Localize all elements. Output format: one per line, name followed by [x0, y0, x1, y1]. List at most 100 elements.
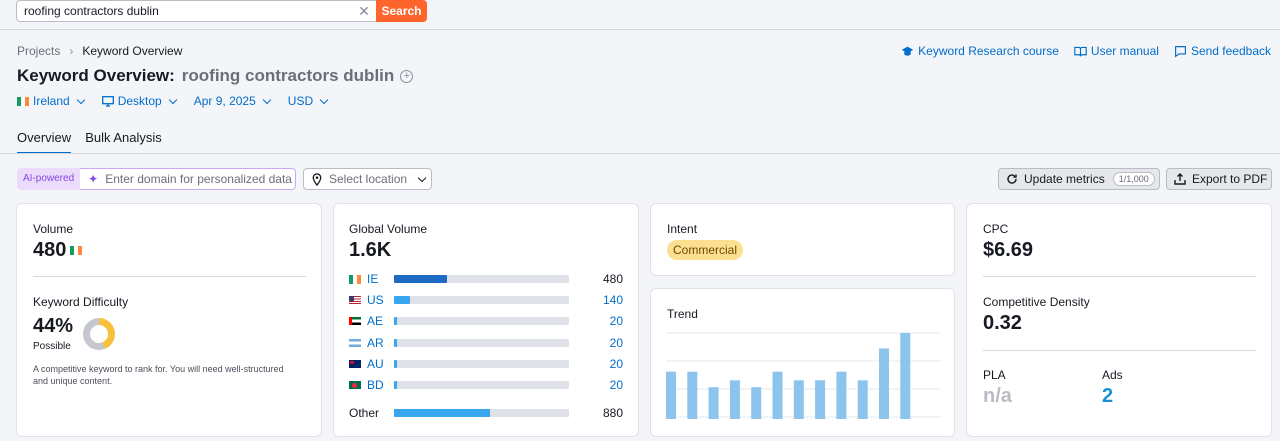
keyword-research-course-link[interactable]: Keyword Research course: [901, 44, 1059, 58]
volume-bar-track: [394, 381, 569, 389]
volume-bar-track: [394, 339, 569, 347]
export-icon: [1174, 173, 1186, 185]
domain-input[interactable]: ✦ Enter domain for personalized data: [80, 168, 297, 190]
density-value: 0.32: [983, 312, 1022, 334]
breadcrumb: Projects › Keyword Overview: [17, 44, 182, 58]
desktop-icon: [101, 95, 114, 107]
pla-label: PLA: [983, 368, 1006, 382]
ai-domain-group: AI-powered ✦ Enter domain for personaliz…: [17, 168, 297, 190]
global-volume-row: Other 880: [349, 406, 623, 420]
trend-bar[interactable]: [793, 380, 804, 419]
search-button[interactable]: Search: [376, 0, 427, 22]
volume-bar-fill: [394, 317, 397, 325]
tab-overview[interactable]: Overview: [17, 130, 72, 154]
pla-value: n/a: [983, 385, 1012, 407]
ae-flag-icon: [349, 317, 361, 325]
currency-filter[interactable]: USD: [288, 94, 329, 108]
filters-bar: Ireland Desktop Apr 9, 2025 USD: [17, 94, 329, 108]
breadcrumb-current: Keyword Overview: [82, 44, 183, 58]
chevron-down-icon: [76, 95, 85, 104]
tabs-divider: [0, 153, 1280, 154]
title-prefix: Keyword Overview:: [17, 66, 175, 85]
chevron-right-icon: ›: [69, 44, 74, 58]
country-code: Other: [349, 406, 380, 420]
page-title: Keyword Overview: roofing contractors du…: [17, 66, 414, 86]
graduation-cap-icon: [901, 46, 914, 56]
trend-bar[interactable]: [751, 387, 762, 419]
tab-bulk-analysis[interactable]: Bulk Analysis: [85, 130, 162, 154]
kd-value: 44%: [33, 315, 74, 337]
intent-card: Intent Commercial: [650, 203, 955, 276]
trend-bar[interactable]: [687, 371, 698, 419]
trend-bar[interactable]: [729, 380, 740, 419]
trend-bar[interactable]: [815, 380, 826, 419]
country-code[interactable]: AR: [367, 336, 395, 350]
trend-bar[interactable]: [879, 348, 889, 419]
trend-bar[interactable]: [708, 387, 719, 419]
country-code[interactable]: AE: [367, 314, 395, 328]
global-volume-label: Global Volume: [349, 222, 428, 236]
volume-bar-track: [394, 317, 569, 325]
cpc-divider: [983, 276, 1256, 277]
volume-value: 480: [602, 272, 623, 286]
refresh-icon: [1007, 174, 1017, 184]
global-volume-row: AU 20: [349, 357, 623, 371]
volume-value[interactable]: 140: [603, 293, 623, 307]
density-label: Competitive Density: [983, 295, 1090, 309]
trend-bar[interactable]: [772, 371, 783, 419]
close-icon[interactable]: ✕: [356, 3, 372, 19]
ads-label: Ads: [1102, 368, 1123, 382]
date-filter[interactable]: Apr 9, 2025: [194, 94, 272, 108]
country-code[interactable]: AU: [367, 357, 395, 371]
ads-value: 2: [1102, 385, 1114, 407]
send-feedback-link[interactable]: Send feedback: [1174, 44, 1271, 58]
update-count-badge: 1/1,000: [1112, 172, 1155, 186]
volume-value-row: 480: [33, 239, 83, 262]
trend-bar[interactable]: [857, 380, 868, 419]
intent-label: Intent: [667, 222, 698, 236]
chevron-down-icon: [168, 95, 177, 104]
density-divider: [983, 350, 1256, 351]
volume-value[interactable]: 20: [610, 336, 623, 350]
volume-bar-track: [394, 409, 569, 417]
ireland-flag-icon: [70, 246, 83, 255]
global-volume-value: 1.6K: [349, 239, 392, 261]
volume-divider: [33, 276, 306, 277]
country-code[interactable]: BD: [367, 378, 395, 392]
global-volume-row: AE 20: [349, 314, 623, 328]
volume-value: 480: [33, 239, 67, 261]
chat-icon: [1174, 45, 1186, 58]
user-manual-link[interactable]: User manual: [1074, 44, 1159, 58]
update-metrics-button[interactable]: Update metrics 1/1,000: [998, 168, 1160, 190]
ie-flag-icon: [349, 274, 361, 284]
chevron-down-icon: [319, 95, 329, 104]
domain-placeholder: Enter domain for personalized data: [105, 172, 292, 186]
bd-flag-icon: [349, 381, 361, 389]
volume-value[interactable]: 20: [610, 378, 623, 392]
country-filter[interactable]: Ireland: [17, 94, 85, 108]
location-select[interactable]: Select location: [303, 168, 432, 190]
trend-bar[interactable]: [900, 333, 911, 419]
intent-badge: Commercial: [667, 240, 744, 260]
global-volume-card: Global Volume 1.6K IE 480 US 140 AE 20 AR 20 AU 2…: [333, 203, 639, 437]
trend-bar[interactable]: [836, 371, 847, 419]
volume-value[interactable]: 20: [610, 357, 623, 371]
top-search-bar: ✕ Search: [0, 0, 1280, 30]
trend-bar[interactable]: [666, 371, 676, 419]
volume-label: Volume: [33, 222, 74, 236]
kd-description: A competitive keyword to rank for. You w…: [33, 364, 284, 386]
ireland-flag-icon: [17, 96, 29, 106]
volume-bar-fill: [394, 381, 397, 389]
device-filter[interactable]: Desktop: [101, 94, 177, 108]
volume-bar-fill: [394, 296, 410, 304]
kd-level: Possible: [33, 341, 71, 352]
country-code[interactable]: IE: [367, 272, 395, 286]
add-to-list-icon[interactable]: +: [400, 69, 414, 83]
export-pdf-button[interactable]: Export to PDF: [1166, 168, 1272, 190]
country-code[interactable]: US: [367, 293, 395, 307]
sparkle-icon: ✦: [88, 172, 99, 186]
volume-value[interactable]: 20: [610, 314, 623, 328]
search-input[interactable]: [16, 0, 376, 22]
volume-bar-track: [394, 360, 569, 368]
breadcrumb-projects[interactable]: Projects: [17, 44, 60, 58]
